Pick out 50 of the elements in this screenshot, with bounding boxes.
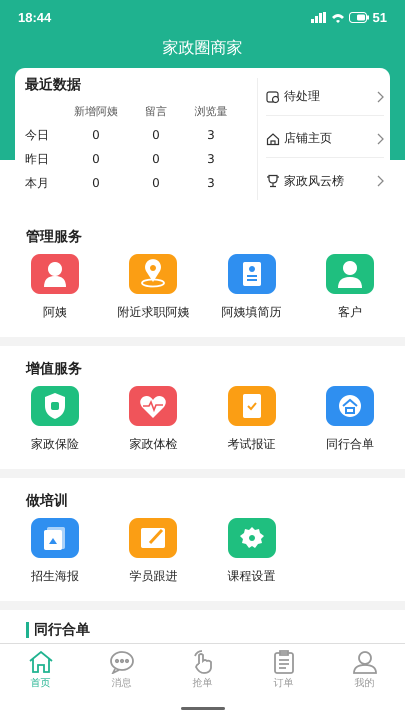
chevron-icon: [377, 132, 384, 145]
pending-icon: [266, 90, 280, 104]
service-item[interactable]: 家政保险: [6, 386, 104, 453]
quick-link[interactable]: 店铺主页: [266, 120, 384, 158]
home-icon: [28, 650, 54, 674]
row-label: 今日: [25, 126, 50, 144]
table-cell-text: 0: [151, 176, 161, 190]
column-header: 浏览量: [194, 104, 228, 118]
service-item[interactable]: 招生海报: [6, 518, 104, 585]
card-title: 最近数据: [25, 76, 82, 94]
table-cell-text: 3: [206, 128, 216, 142]
service-item[interactable]: 附近求职阿姨: [104, 254, 202, 321]
battery-icon: [348, 12, 369, 22]
section-title: 做培训: [24, 492, 69, 510]
status-time: 18:44: [18, 10, 52, 24]
row-label: 昨日: [25, 150, 50, 168]
table-cell-text: 3: [206, 152, 216, 166]
row-label: 本月: [25, 174, 50, 192]
service-item[interactable]: 同行合单: [300, 386, 399, 453]
section-title: 同行合单: [26, 622, 405, 638]
service-item[interactable]: 考试报证: [202, 386, 301, 453]
wifi-icon: [330, 12, 345, 22]
section-title: 管理服务: [25, 228, 83, 246]
section-title: 增值服务: [24, 360, 83, 378]
service-item[interactable]: 阿姨填简历: [202, 254, 301, 321]
service-item[interactable]: 家政体检: [104, 386, 202, 453]
table-cell-text: 0: [91, 152, 101, 166]
service-item[interactable]: 阿姨: [6, 254, 104, 321]
quick-link[interactable]: 待处理: [266, 78, 384, 116]
table-cell-text: 0: [151, 128, 161, 142]
table-cell-text: 0: [91, 128, 101, 142]
chevron-icon: [377, 175, 384, 188]
table-cell-text: 0: [91, 176, 101, 190]
battery-level: 51: [372, 10, 387, 24]
user-icon: [352, 650, 378, 674]
quick-link[interactable]: 家政风云榜: [266, 163, 384, 200]
trophy-icon: [266, 174, 280, 188]
chat-bubble-icon: [108, 650, 134, 674]
chevron-icon: [377, 90, 384, 103]
column-header: 留言: [144, 104, 168, 118]
service-item[interactable]: 学员跟进: [104, 518, 202, 585]
service-item[interactable]: 客户: [300, 254, 399, 321]
service-item[interactable]: 课程设置: [202, 518, 301, 585]
column-header: 新增阿姨: [73, 104, 119, 118]
table-cell-text: 3: [206, 176, 216, 190]
table-cell-text: 0: [151, 152, 161, 166]
home-indicator: [180, 706, 224, 710]
store-home-icon: [266, 132, 280, 146]
page-title: 家政圈商家: [162, 37, 244, 59]
signal-icon: [310, 12, 327, 22]
